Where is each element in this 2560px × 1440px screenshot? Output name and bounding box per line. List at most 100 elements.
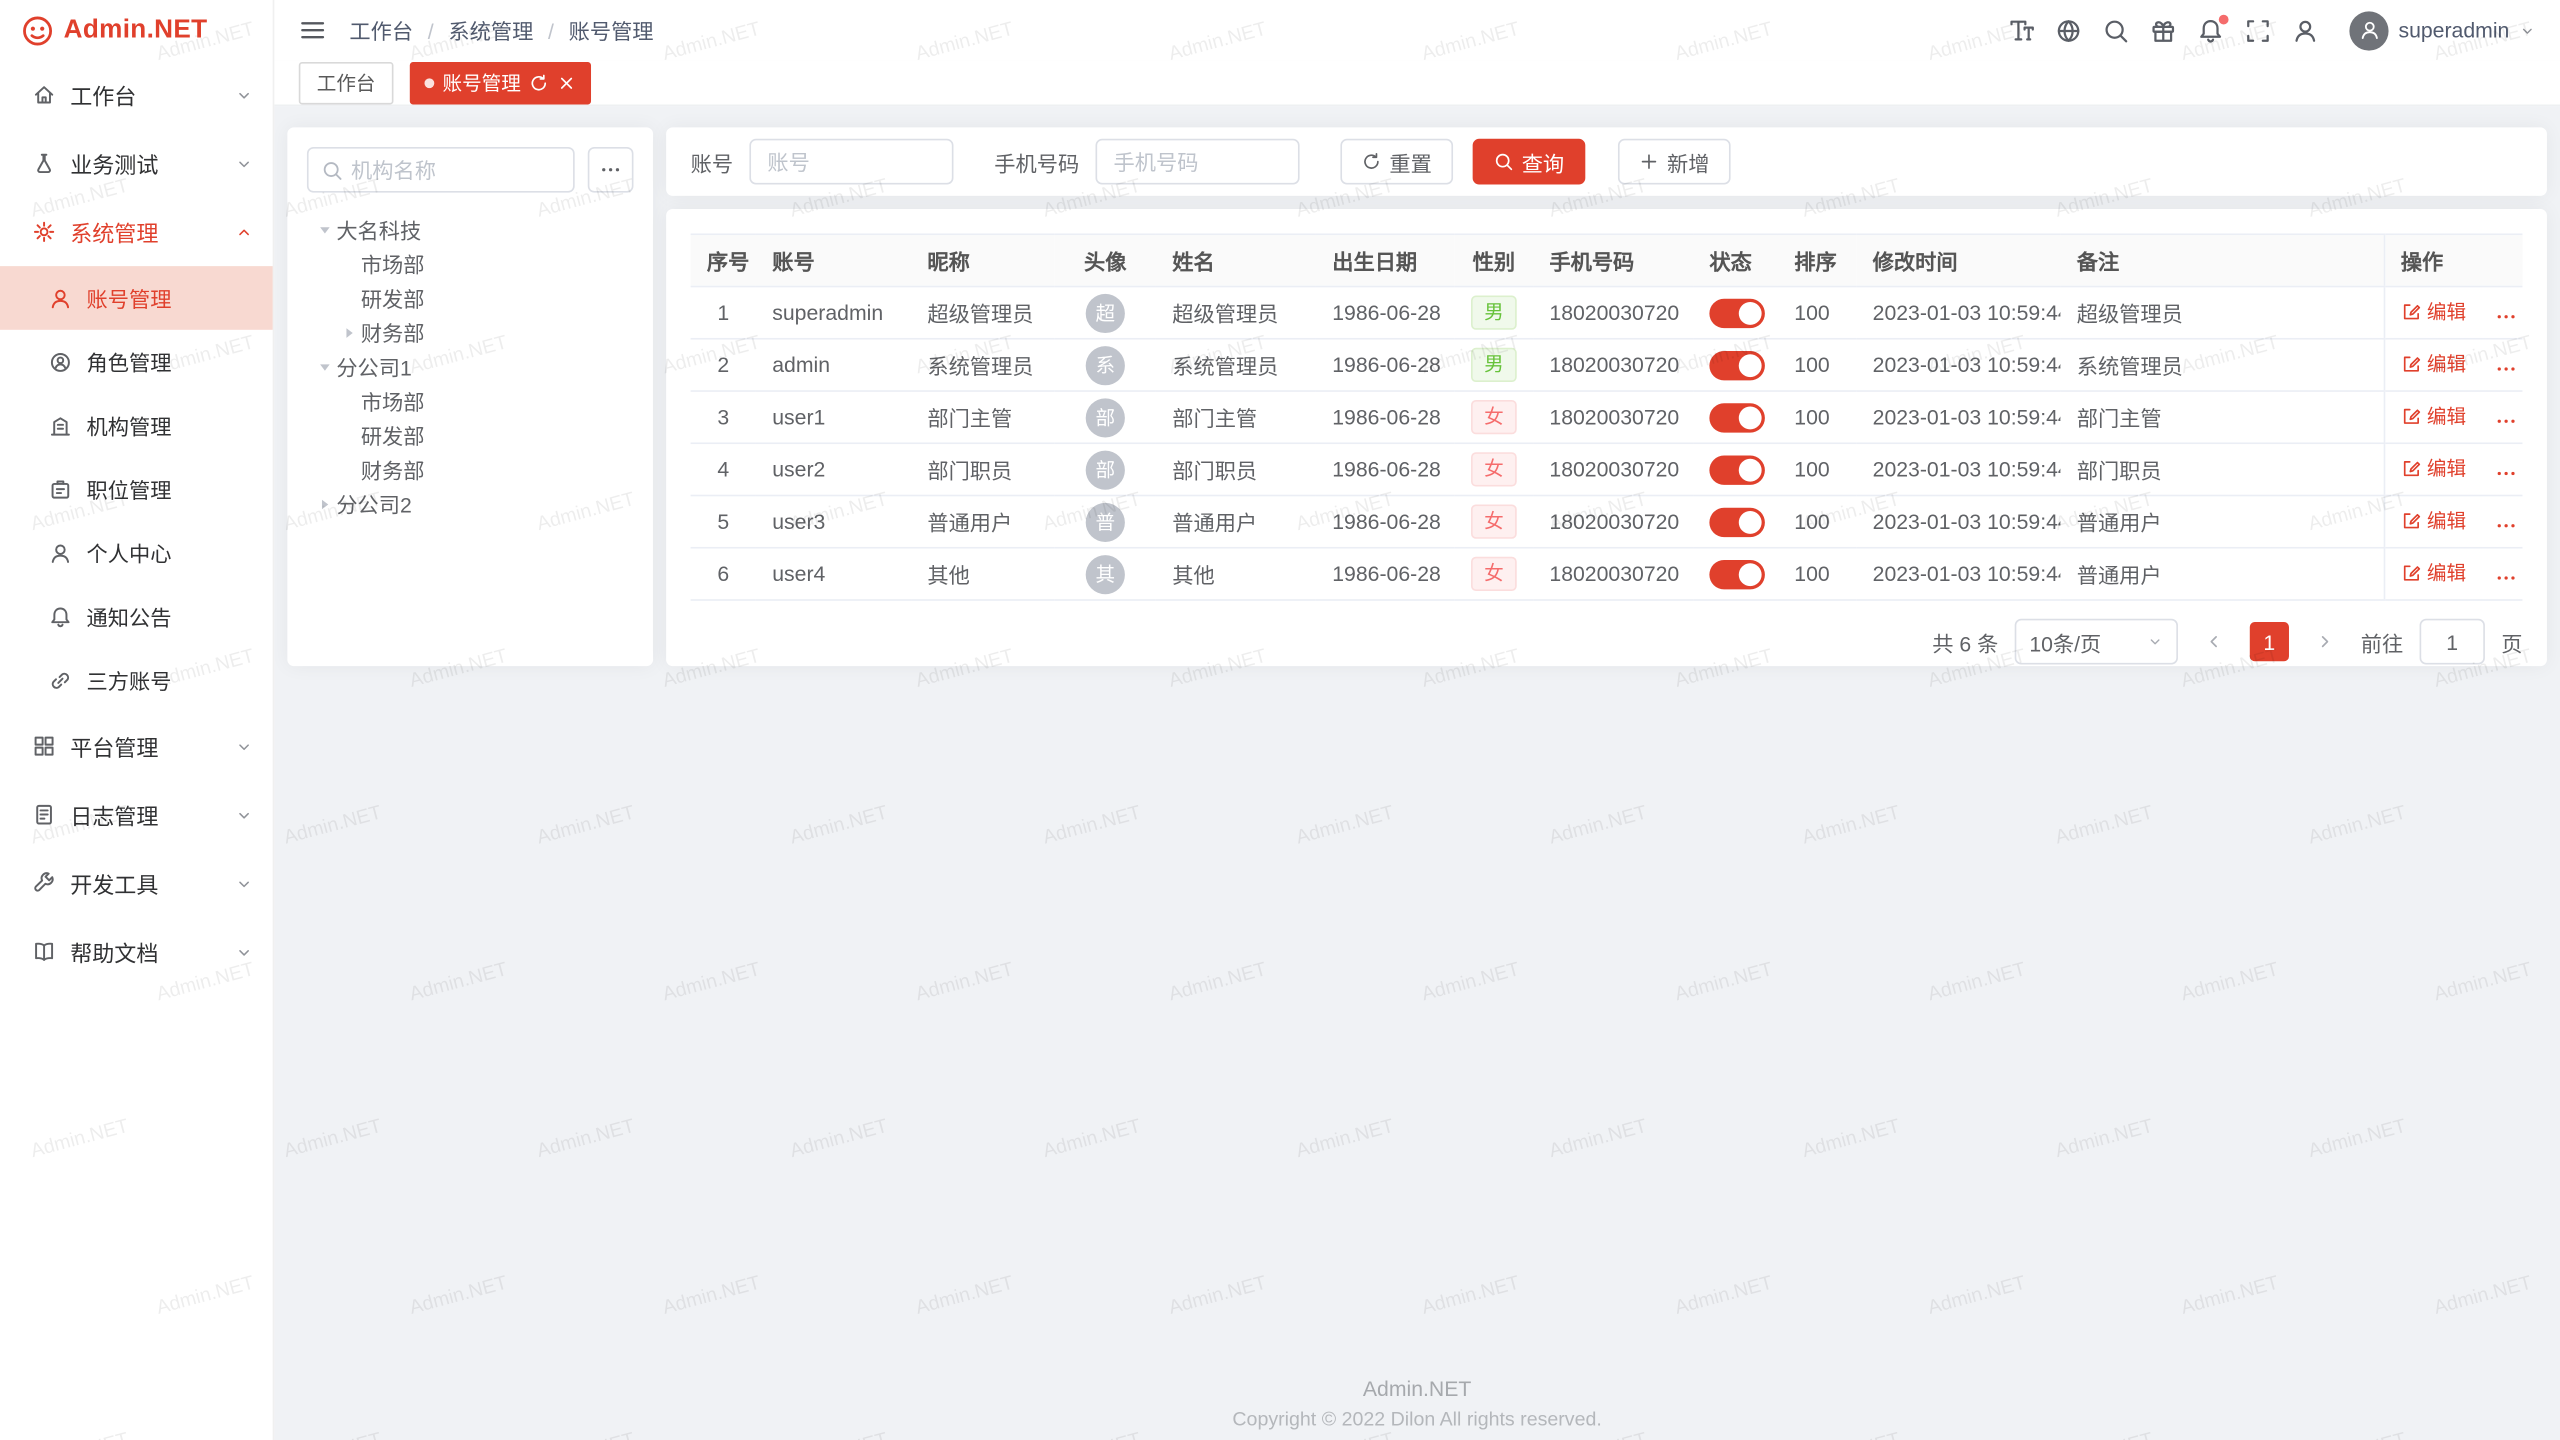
cell-gender: 女 <box>1455 548 1533 600</box>
font-size-icon[interactable] <box>2008 17 2034 43</box>
user-avatar: 部 <box>1086 450 1125 489</box>
status-toggle[interactable] <box>1709 350 1765 379</box>
status-toggle[interactable] <box>1709 559 1765 588</box>
sidebar-item-dev-tools[interactable]: 开发工具 <box>0 849 273 918</box>
tree-node[interactable]: 研发部 <box>307 418 634 452</box>
cell-account: admin <box>756 339 911 391</box>
sidebar-item-workbench[interactable]: 工作台 <box>0 60 273 129</box>
sidebar-item-business-test[interactable]: 业务测试 <box>0 129 273 198</box>
cell-index: 3 <box>691 391 756 443</box>
sidebar-item-third-party-account[interactable]: 三方账号 <box>0 648 273 712</box>
gender-badge: 女 <box>1471 504 1517 538</box>
tree-node[interactable]: 财务部 <box>307 452 634 486</box>
edit-button[interactable]: 编辑 <box>2401 559 2466 587</box>
tree-node[interactable]: 大名科技 <box>307 212 634 246</box>
tree-node[interactable]: 财务部 <box>307 315 634 349</box>
add-button[interactable]: 新增 <box>1618 139 1731 185</box>
query-bar: 账号 手机号码 重置 查询 新增 <box>666 127 2547 196</box>
tab-workbench[interactable]: 工作台 <box>299 61 394 103</box>
tab-account-management[interactable]: 账号管理 <box>410 61 591 103</box>
tools-icon <box>33 872 56 895</box>
tree-node[interactable]: 分公司2 <box>307 487 634 521</box>
chevron-down-icon <box>235 154 253 172</box>
edit-button[interactable]: 编辑 <box>2401 350 2466 378</box>
sidebar-item-help-docs[interactable]: 帮助文档 <box>0 918 273 987</box>
column-header: 姓名 <box>1156 234 1316 286</box>
user-icon[interactable] <box>2292 17 2318 43</box>
phone-input[interactable] <box>1096 139 1300 185</box>
sidebar-item-label: 职位管理 <box>87 473 172 504</box>
search-icon[interactable] <box>2103 17 2129 43</box>
caret-down-icon[interactable] <box>313 357 336 377</box>
caret-down-icon[interactable] <box>313 220 336 240</box>
table-row: 1 superadmin 超级管理员 超 超级管理员 1986-06-28 男 … <box>691 287 2523 339</box>
tree-node[interactable]: 市场部 <box>307 247 634 281</box>
status-toggle[interactable] <box>1709 298 1765 327</box>
chevron-down-icon <box>235 806 253 824</box>
user-menu[interactable]: superadmin <box>2349 11 2535 50</box>
search-button[interactable]: 查询 <box>1473 139 1586 185</box>
cell-sort: 100 <box>1778 496 1856 548</box>
tree-node[interactable]: 分公司1 <box>307 349 634 383</box>
cell-birthdate: 1986-06-28 <box>1316 339 1455 391</box>
row-more-button[interactable] <box>2495 305 2518 328</box>
account-input[interactable] <box>749 139 953 185</box>
cell-birthdate: 1986-06-28 <box>1316 548 1455 600</box>
org-search-input[interactable] <box>351 158 560 182</box>
next-page-button[interactable] <box>2305 622 2344 661</box>
sidebar-item-account-management[interactable]: 账号管理 <box>0 266 273 330</box>
sidebar-item-position-management[interactable]: 职位管理 <box>0 457 273 521</box>
sidebar-item-organization-management[interactable]: 机构管理 <box>0 393 273 457</box>
cell-modified-time: 2023-01-03 10:59:44 <box>1856 391 2060 443</box>
sidebar-item-role-management[interactable]: 角色管理 <box>0 330 273 394</box>
caret-right-icon[interactable] <box>313 494 336 514</box>
sidebar-item-system-management[interactable]: 系统管理 <box>0 198 273 267</box>
status-toggle[interactable] <box>1709 507 1765 536</box>
language-icon[interactable] <box>2056 17 2082 43</box>
sidebar-item-platform-management[interactable]: 平台管理 <box>0 712 273 781</box>
sidebar-item-personal-center[interactable]: 个人中心 <box>0 521 273 585</box>
tree-node[interactable]: 市场部 <box>307 384 634 418</box>
page-button-1[interactable]: 1 <box>2250 622 2289 661</box>
notification-icon[interactable] <box>2198 17 2224 43</box>
cell-remark: 部门主管 <box>2060 391 2383 443</box>
caret-right-icon[interactable] <box>338 322 361 342</box>
edit-button[interactable]: 编辑 <box>2401 298 2466 326</box>
cell-actions: 编辑 <box>2384 548 2523 600</box>
row-more-button[interactable] <box>2495 566 2518 589</box>
cell-remark: 普通用户 <box>2060 496 2383 548</box>
row-more-button[interactable] <box>2495 461 2518 484</box>
edit-button[interactable]: 编辑 <box>2401 455 2466 483</box>
avatar <box>2349 11 2388 50</box>
page-size-select[interactable]: 10条/页 <box>2015 619 2178 665</box>
sidebar-item-log-management[interactable]: 日志管理 <box>0 780 273 849</box>
cell-phone: 18020030720 <box>1533 548 1693 600</box>
breadcrumb-item[interactable]: 工作台 <box>349 15 413 46</box>
row-more-button[interactable] <box>2495 409 2518 432</box>
row-more-button[interactable] <box>2495 357 2518 380</box>
user-avatar: 其 <box>1086 554 1125 593</box>
status-toggle[interactable] <box>1709 455 1765 484</box>
sidebar-item-notice-announcement[interactable]: 通知公告 <box>0 584 273 648</box>
status-toggle[interactable] <box>1709 402 1765 431</box>
goto-page-input[interactable] <box>2420 619 2485 665</box>
row-more-button[interactable] <box>2495 514 2518 537</box>
prev-page-button[interactable] <box>2194 622 2233 661</box>
user-icon <box>49 541 72 564</box>
cell-modified-time: 2023-01-03 10:59:44 <box>1856 548 2060 600</box>
cell-avatar: 普 <box>1055 496 1156 548</box>
cell-avatar: 部 <box>1055 443 1156 495</box>
collapse-menu-icon[interactable] <box>299 16 327 44</box>
tab-refresh-icon[interactable] <box>529 73 549 93</box>
tree-node[interactable]: 研发部 <box>307 281 634 315</box>
cell-nickname: 部门职员 <box>911 443 1055 495</box>
org-more-button[interactable] <box>588 147 634 193</box>
cell-avatar: 系 <box>1055 339 1156 391</box>
fullscreen-icon[interactable] <box>2245 17 2271 43</box>
breadcrumb-item[interactable]: 系统管理 <box>413 15 533 46</box>
edit-button[interactable]: 编辑 <box>2401 507 2466 535</box>
edit-button[interactable]: 编辑 <box>2401 402 2466 430</box>
gift-icon[interactable] <box>2150 17 2176 43</box>
tab-close-icon[interactable] <box>557 73 577 93</box>
reset-button[interactable]: 重置 <box>1340 139 1453 185</box>
